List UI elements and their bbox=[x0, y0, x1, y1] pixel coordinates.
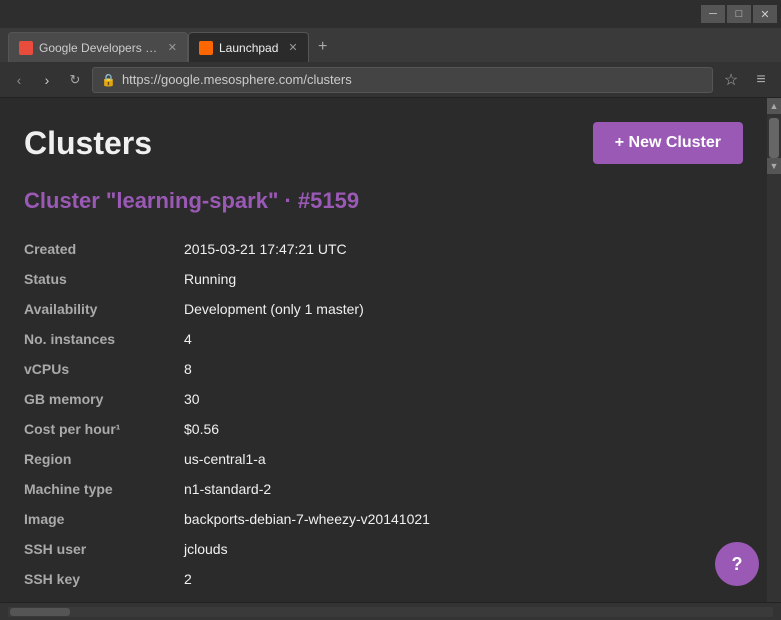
new-cluster-button[interactable]: + New Cluster bbox=[593, 122, 743, 164]
detail-label: Availability bbox=[24, 294, 184, 324]
tab-label-google: Google Developers Con bbox=[39, 41, 158, 55]
title-bar: ─ □ ✕ bbox=[0, 0, 781, 28]
detail-value: Running bbox=[184, 264, 743, 294]
detail-value: 4 bbox=[184, 324, 743, 354]
close-button[interactable]: ✕ bbox=[753, 5, 777, 23]
detail-value: 8 bbox=[184, 354, 743, 384]
tab-launchpad[interactable]: Launchpad ✕ bbox=[188, 32, 309, 62]
detail-label: Region bbox=[24, 444, 184, 474]
table-row: Created2015-03-21 17:47:21 UTC bbox=[24, 234, 743, 264]
tab-favicon-google bbox=[19, 41, 33, 55]
table-row: No. instances4 bbox=[24, 324, 743, 354]
detail-label: SSH key bbox=[24, 564, 184, 594]
cluster-heading: Cluster "learning-spark" · #5159 bbox=[24, 188, 743, 214]
browser-content: Clusters + New Cluster Cluster "learning… bbox=[0, 98, 781, 602]
minimize-button[interactable]: ─ bbox=[701, 5, 725, 23]
table-row: Regionus-central1-a bbox=[24, 444, 743, 474]
tab-close-launchpad[interactable]: ✕ bbox=[288, 41, 297, 54]
detail-value: Development (only 1 master) bbox=[184, 294, 743, 324]
detail-value: backports-debian-7-wheezy-v20141021 bbox=[184, 504, 743, 534]
address-bar: ‹ › ↻ 🔒 https://google.mesosphere.com/cl… bbox=[0, 62, 781, 98]
forward-button[interactable]: › bbox=[36, 69, 58, 91]
table-row: GB memory30 bbox=[24, 384, 743, 414]
support-bubble-button[interactable]: ? bbox=[715, 542, 759, 586]
table-row: Cost per hour¹$0.56 bbox=[24, 414, 743, 444]
lock-icon: 🔒 bbox=[101, 73, 116, 87]
detail-value: 2 bbox=[184, 564, 743, 594]
table-row: SSH userjclouds bbox=[24, 534, 743, 564]
table-row: AvailabilityDevelopment (only 1 master) bbox=[24, 294, 743, 324]
detail-label: No. instances bbox=[24, 324, 184, 354]
detail-value: n1-standard-2 bbox=[184, 474, 743, 504]
refresh-button[interactable]: ↻ bbox=[64, 69, 86, 91]
detail-value: $0.56 bbox=[184, 414, 743, 444]
detail-label: Image bbox=[24, 504, 184, 534]
detail-value: learning-spark bbox=[184, 594, 743, 602]
detail-label: Status bbox=[24, 264, 184, 294]
status-bar bbox=[0, 602, 781, 620]
vertical-scrollbar[interactable]: ▲ ▼ bbox=[767, 98, 781, 602]
tab-close-google[interactable]: ✕ bbox=[168, 41, 177, 54]
url-bar[interactable]: 🔒 https://google.mesosphere.com/clusters bbox=[92, 67, 713, 93]
detail-label: Cost per hour¹ bbox=[24, 414, 184, 444]
scroll-h-thumb[interactable] bbox=[10, 608, 70, 616]
page-content: Clusters + New Cluster Cluster "learning… bbox=[0, 98, 767, 602]
new-tab-button[interactable]: + bbox=[309, 32, 337, 62]
detail-label: Machine type bbox=[24, 474, 184, 504]
table-row: vCPUs8 bbox=[24, 354, 743, 384]
url-text: https://google.mesosphere.com/clusters bbox=[122, 72, 352, 87]
browser-menu-button[interactable]: ≡ bbox=[749, 68, 773, 92]
tab-label-launchpad: Launchpad bbox=[219, 41, 278, 55]
detail-label: Created bbox=[24, 234, 184, 264]
tab-bar: Google Developers Con ✕ Launchpad ✕ + bbox=[0, 28, 781, 62]
horizontal-scrollbar[interactable] bbox=[8, 607, 773, 617]
detail-value: us-central1-a bbox=[184, 444, 743, 474]
detail-value: 30 bbox=[184, 384, 743, 414]
scroll-up-button[interactable]: ▲ bbox=[767, 98, 781, 114]
tab-favicon-launchpad bbox=[199, 41, 213, 55]
table-row: Imagebackports-debian-7-wheezy-v20141021 bbox=[24, 504, 743, 534]
detail-label: Google project ID bbox=[24, 594, 184, 602]
table-row: Google project IDlearning-spark bbox=[24, 594, 743, 602]
page-title: Clusters bbox=[24, 125, 152, 162]
page-header: Clusters + New Cluster bbox=[24, 122, 743, 164]
detail-value: jclouds bbox=[184, 534, 743, 564]
scroll-thumb[interactable] bbox=[769, 118, 779, 158]
detail-label: GB memory bbox=[24, 384, 184, 414]
table-row: StatusRunning bbox=[24, 264, 743, 294]
detail-label: vCPUs bbox=[24, 354, 184, 384]
bookmark-button[interactable]: ☆ bbox=[719, 68, 743, 92]
detail-value: 2015-03-21 17:47:21 UTC bbox=[184, 234, 743, 264]
scroll-down-button[interactable]: ▼ bbox=[767, 158, 781, 174]
back-button[interactable]: ‹ bbox=[8, 69, 30, 91]
window-controls: ─ □ ✕ bbox=[701, 5, 777, 23]
detail-label: SSH user bbox=[24, 534, 184, 564]
table-row: Machine typen1-standard-2 bbox=[24, 474, 743, 504]
detail-table: Created2015-03-21 17:47:21 UTCStatusRunn… bbox=[24, 234, 743, 602]
tab-google[interactable]: Google Developers Con ✕ bbox=[8, 32, 188, 62]
maximize-button[interactable]: □ bbox=[727, 5, 751, 23]
table-row: SSH key2 bbox=[24, 564, 743, 594]
